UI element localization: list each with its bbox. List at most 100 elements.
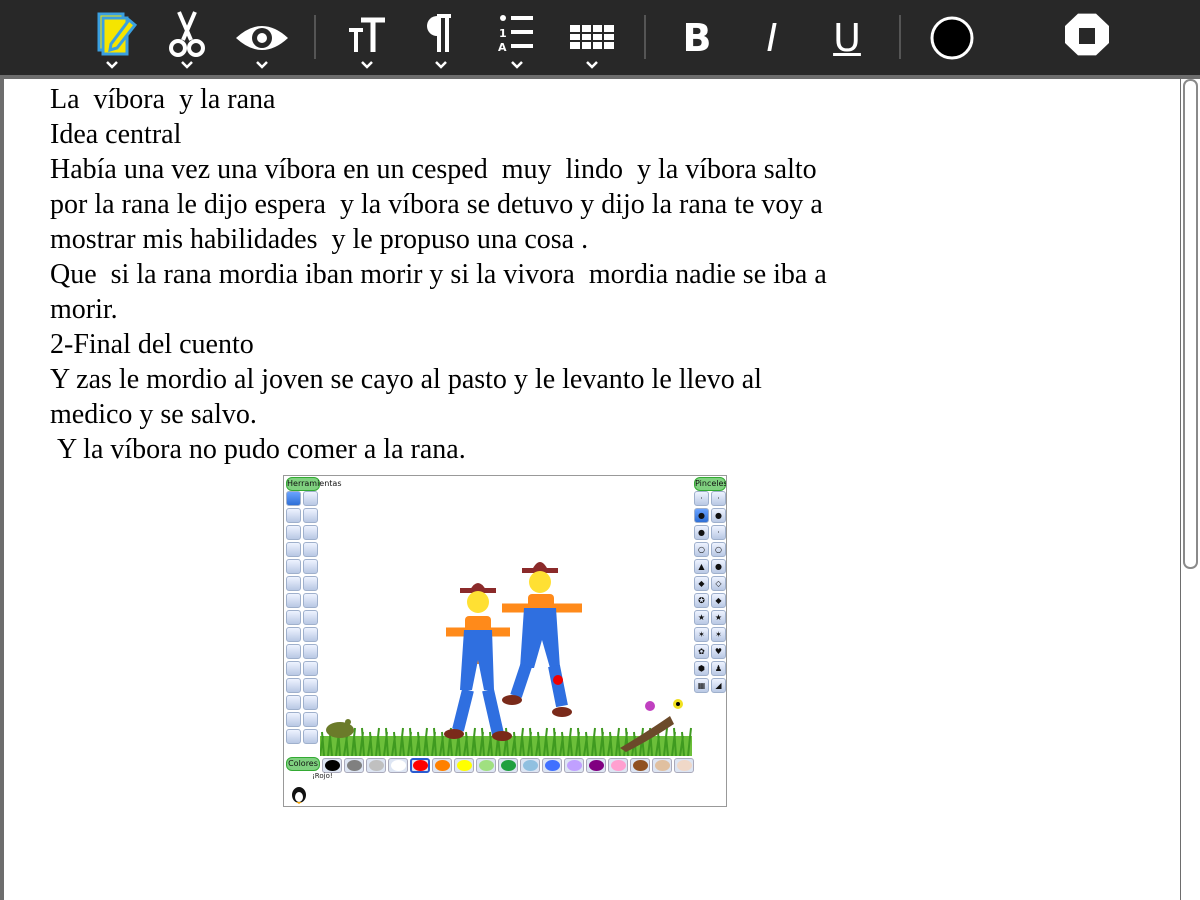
brush-shape-icon[interactable]: ▦	[694, 678, 709, 693]
document-text[interactable]: La víbora y la rana Idea central Había u…	[50, 82, 950, 467]
brush-shape-icon[interactable]: ▲	[694, 559, 709, 574]
color-swatch[interactable]	[608, 757, 628, 773]
text-color-button[interactable]	[924, 8, 980, 68]
view-button[interactable]	[234, 8, 290, 69]
brush-shape-icon[interactable]: ◇	[711, 576, 726, 591]
print-icon[interactable]	[286, 610, 301, 625]
color-swatch[interactable]	[432, 757, 452, 773]
brush-shape-icon[interactable]: ○	[694, 542, 709, 557]
doc-line: Idea central	[50, 119, 182, 150]
text-tool-icon[interactable]	[286, 525, 301, 540]
color-swatch[interactable]	[366, 757, 386, 773]
eye-icon	[236, 26, 288, 50]
pilcrow-icon	[427, 14, 451, 52]
text-size-icon	[349, 17, 385, 52]
lines-tool-icon[interactable]	[286, 508, 301, 523]
magic-tool-icon[interactable]	[303, 542, 318, 557]
save-icon[interactable]	[303, 593, 318, 608]
color-swatch[interactable]	[674, 757, 694, 773]
vertical-scrollbar[interactable]	[1181, 79, 1200, 900]
brush-shape-icon[interactable]: ●	[711, 508, 726, 523]
color-swatch[interactable]	[652, 757, 672, 773]
eraser-icon[interactable]	[286, 576, 301, 591]
paragraph-button[interactable]	[413, 8, 469, 69]
quit-icon[interactable]	[303, 610, 318, 625]
doc-title: La víbora y la rana	[50, 84, 276, 115]
scarecrows-drawing	[320, 562, 692, 756]
color-swatch[interactable]	[410, 757, 430, 773]
scrollbar-thumb[interactable]	[1183, 79, 1198, 569]
empty-tool-slot	[286, 712, 301, 727]
brush-shape-icon[interactable]: ·	[711, 525, 726, 540]
numbered-list-icon: 1 A	[498, 15, 533, 54]
brush-shape-icon[interactable]: ★	[711, 610, 726, 625]
bold-button[interactable]: B	[669, 8, 725, 68]
color-swatch[interactable]	[388, 757, 408, 773]
color-swatch[interactable]	[322, 757, 342, 773]
brush-shape-icon[interactable]: ●	[711, 559, 726, 574]
stop-button[interactable]	[1059, 8, 1115, 68]
brush-shape-icon[interactable]: ✶	[694, 627, 709, 642]
doc-line: 2-Final del cuento	[50, 329, 254, 360]
colors-tab-label: Colores	[286, 757, 320, 771]
color-swatch[interactable]	[542, 757, 562, 773]
brush-shape-icon[interactable]: ●	[694, 508, 709, 523]
empty-tool-slot	[286, 678, 301, 693]
color-swatch[interactable]	[344, 757, 364, 773]
undo-icon[interactable]	[286, 559, 301, 574]
doc-line: por la rana le dijo espera y la víbora s…	[50, 189, 823, 220]
brush-shape-icon[interactable]: ·	[711, 491, 726, 506]
brush-shape-icon[interactable]: ★	[694, 610, 709, 625]
open-icon[interactable]	[286, 593, 301, 608]
brush-shape-icon[interactable]: ·	[694, 491, 709, 506]
cut-button[interactable]	[159, 8, 215, 69]
empty-tool-slot	[286, 627, 301, 642]
brush-shape-icon[interactable]: ♥	[711, 644, 726, 659]
brush-shape-icon[interactable]: ✿	[694, 644, 709, 659]
brush-shape-icon[interactable]: ♟	[711, 661, 726, 676]
stamp-tool-icon[interactable]	[303, 491, 318, 506]
color-circle-icon	[930, 16, 974, 60]
document-page[interactable]: La víbora y la rana Idea central Había u…	[4, 79, 1180, 900]
edit-notes-button[interactable]	[84, 8, 140, 69]
toolbar-separator	[899, 15, 901, 59]
new-icon[interactable]	[303, 576, 318, 591]
color-swatch[interactable]	[564, 757, 584, 773]
color-swatch[interactable]	[630, 757, 650, 773]
document-area: La víbora y la rana Idea central Había u…	[0, 75, 1200, 900]
color-swatch[interactable]	[498, 757, 518, 773]
brush-shape-icon[interactable]: ⬢	[694, 661, 709, 676]
color-swatch[interactable]	[586, 757, 606, 773]
color-swatch[interactable]	[476, 757, 496, 773]
redo-icon[interactable]	[303, 559, 318, 574]
brush-shape-icon[interactable]: ✶	[711, 627, 726, 642]
text-size-button[interactable]	[339, 8, 395, 69]
italic-icon: I	[766, 16, 778, 60]
shapes-tool-icon[interactable]	[303, 508, 318, 523]
label-tool-icon[interactable]	[303, 525, 318, 540]
brush-shape-icon[interactable]: ○	[711, 542, 726, 557]
brush-shape-icon[interactable]: ◢	[711, 678, 726, 693]
chevron-down-icon	[586, 61, 598, 69]
scissors-icon	[169, 11, 205, 57]
fill-tool-icon[interactable]	[286, 542, 301, 557]
color-swatch[interactable]	[454, 757, 474, 773]
empty-tool-slot	[303, 661, 318, 676]
brush-shape-icon[interactable]: ●	[694, 525, 709, 540]
brush-shape-icon[interactable]: ✪	[694, 593, 709, 608]
color-palette	[322, 756, 726, 774]
doc-line: Que si la rana mordia iban morir y si la…	[50, 259, 827, 290]
italic-button[interactable]: I	[744, 8, 800, 68]
list-button[interactable]: 1 A	[489, 8, 545, 69]
embedded-image[interactable]: Herramientas Pinceles · · ● ● ● · ○ ○ ▲ ● ◆ ◇ ✪ ◆ ★ ★ ✶ ✶…	[283, 475, 727, 807]
paint-tool-icon[interactable]	[286, 491, 301, 506]
brush-shape-icon[interactable]: ◆	[694, 576, 709, 591]
color-swatch[interactable]	[520, 757, 540, 773]
empty-tool-slot	[303, 729, 318, 744]
underline-button[interactable]: U	[819, 8, 875, 68]
chevron-down-icon	[435, 61, 447, 69]
doc-line: medico y se salvo.	[50, 399, 257, 430]
table-button[interactable]	[564, 8, 620, 69]
chevron-down-icon	[256, 61, 268, 69]
brush-shape-icon[interactable]: ◆	[711, 593, 726, 608]
